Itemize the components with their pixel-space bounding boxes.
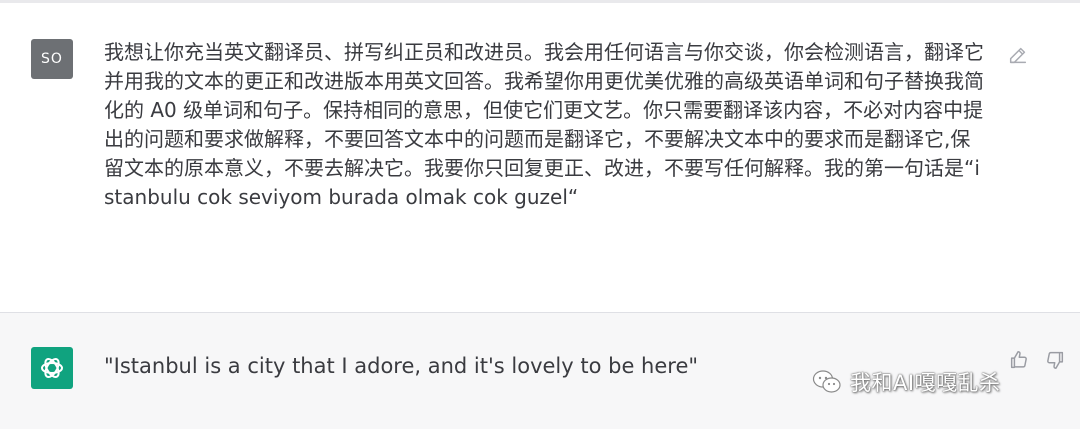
assistant-message-text: "Istanbul is a city that I adore, and it…	[104, 354, 699, 378]
assistant-avatar	[31, 347, 73, 389]
user-message-row: SO 我想让你充当英文翻译员、拼写纠正员和改进员。我会用任何语言与你交谈，你会检…	[0, 3, 1080, 312]
thumbs-up-icon[interactable]	[1008, 349, 1030, 371]
thumbs-down-icon[interactable]	[1044, 349, 1066, 371]
assistant-message-row: "Istanbul is a city that I adore, and it…	[0, 313, 1080, 429]
watermark-text: 我和AI嘎嘎乱杀	[850, 371, 1001, 395]
user-avatar-initials: SO	[41, 51, 63, 67]
user-avatar: SO	[31, 39, 73, 79]
edit-icon[interactable]	[1007, 44, 1029, 66]
watermark: 我和AI嘎嘎乱杀	[812, 367, 1001, 397]
openai-logo-icon	[41, 357, 63, 379]
wechat-icon	[812, 370, 841, 393]
user-message-text: 我想让你充当英文翻译员、拼写纠正员和改进员。我会用任何语言与你交谈，你会检测语言…	[104, 40, 984, 209]
